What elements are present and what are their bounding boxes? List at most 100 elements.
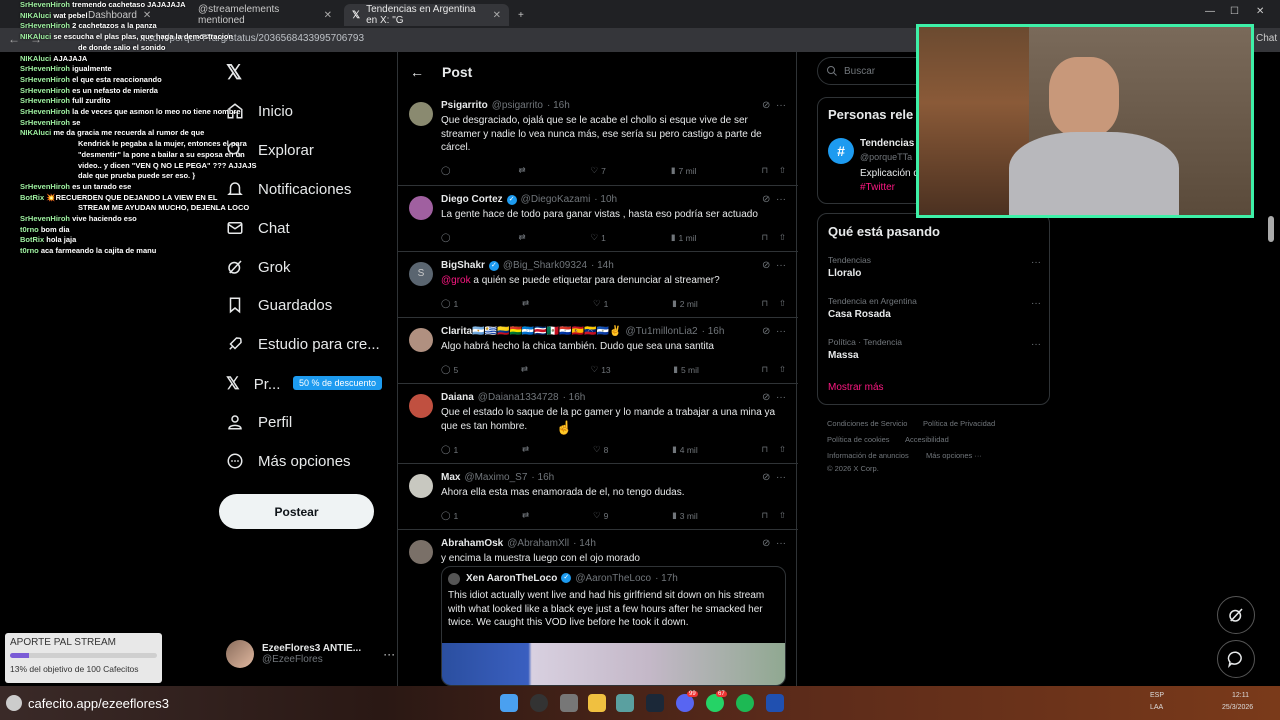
views-button[interactable]: ▮ 7 mil	[671, 165, 697, 176]
views-button[interactable]: ▮ 2 mil	[672, 298, 698, 309]
repost-button[interactable]: ⇄	[518, 165, 525, 176]
share-icon[interactable]: ⇧	[779, 165, 786, 176]
hashtag-link[interactable]: #Twitter	[860, 182, 895, 193]
reply-item[interactable]: Clarita🇦🇷🇺🇾🇨🇴🇧🇴🇭🇳🇨🇷🇲🇽🇵🇾🇪🇸🇻🇪🇸🇻✌ @Tu1millon…	[398, 318, 798, 384]
footer-accessibility-link[interactable]: Accesibilidad	[905, 435, 949, 444]
bookmark-button[interactable]: ⊓ ⇧	[762, 510, 787, 521]
bookmark-button[interactable]: ⊓ ⇧	[762, 444, 787, 455]
reply-button[interactable]: ◯ 1	[441, 298, 458, 309]
grok-icon[interactable]: ⊘	[762, 538, 770, 549]
repost-button[interactable]: ⇄	[522, 510, 529, 521]
bookmark-button[interactable]: ⊓ ⇧	[761, 165, 786, 176]
close-tab-icon[interactable]: ✕	[493, 10, 501, 21]
reply-button[interactable]: ◯ 1	[441, 510, 458, 521]
maximize-icon[interactable]: ☐	[1230, 6, 1239, 17]
nav-perfil[interactable]: Perfil	[226, 413, 292, 431]
more-dots-icon[interactable]: ···	[776, 392, 786, 403]
share-icon[interactable]: ⇧	[779, 232, 786, 243]
trend-item[interactable]: Política · Tendencia Massa ···	[828, 337, 1041, 361]
keyboard-layout[interactable]: LAA	[1150, 704, 1163, 711]
footer-privacy-link[interactable]: Política de Privacidad	[923, 419, 995, 428]
back-arrow-icon[interactable]: ←	[410, 64, 424, 80]
share-icon[interactable]: ⇧	[779, 444, 786, 455]
more-dots-icon[interactable]: ···	[776, 100, 786, 111]
search-taskbar-icon[interactable]	[530, 694, 548, 712]
footer-cookies-link[interactable]: Política de cookies	[827, 435, 890, 444]
more-dots-icon[interactable]: ···	[1031, 298, 1041, 309]
share-icon[interactable]: ⇧	[779, 298, 786, 309]
footer-terms-link[interactable]: Condiciones de Servicio	[827, 419, 907, 428]
nav-grok[interactable]: Grok	[226, 258, 291, 276]
reply-menu[interactable]: ⊘ ···	[762, 472, 786, 483]
reply-item[interactable]: Daiana @Daiana1334728 · 16h ⊘ ··· Que el e…	[398, 384, 798, 464]
grok-icon[interactable]: ⊘	[762, 326, 770, 337]
like-button[interactable]: ♡ 1	[593, 298, 608, 309]
folder-icon[interactable]	[588, 694, 606, 712]
views-button[interactable]: ▮ 4 mil	[672, 444, 698, 455]
close-tab-icon[interactable]: ✕	[324, 10, 332, 21]
more-dots-icon[interactable]: ···	[1031, 339, 1041, 350]
like-button[interactable]: ♡ 1	[591, 232, 606, 243]
show-more-link[interactable]: Mostrar más	[828, 382, 884, 393]
nav-estudio[interactable]: Estudio para cre...	[226, 335, 380, 353]
trend-item[interactable]: Tendencias Lloralo ···	[828, 255, 1041, 279]
repost-button[interactable]: ⇄	[522, 444, 529, 455]
share-icon[interactable]: ⇧	[779, 364, 786, 375]
more-dots-icon[interactable]: ···	[1031, 257, 1041, 268]
share-icon[interactable]: ⇧	[779, 510, 786, 521]
account-switcher[interactable]: EzeeFlores3 ANTIE... @EzeeFlores ···	[226, 640, 395, 668]
discount-badge[interactable]: 50 % de descuento	[293, 376, 383, 390]
more-dots-icon[interactable]: ···	[776, 472, 786, 483]
messages-button[interactable]	[1217, 640, 1255, 678]
like-button[interactable]: ♡ 7	[591, 165, 606, 176]
footer-more-link[interactable]: Más opciones ···	[926, 451, 982, 460]
post-button[interactable]: Postear	[219, 494, 374, 529]
nav-mas-opciones[interactable]: Más opciones	[226, 452, 351, 470]
grok-icon[interactable]: ⊘	[762, 472, 770, 483]
repost-button[interactable]: ⇄	[521, 364, 528, 375]
more-dots-icon[interactable]: ···	[776, 326, 786, 337]
repost-button[interactable]: ⇄	[522, 298, 529, 309]
grok-icon[interactable]: ⊘	[762, 260, 770, 271]
grok-icon[interactable]: ⊘	[762, 392, 770, 403]
nav-premium[interactable]: 𝕏 Pr...	[226, 374, 280, 394]
app-icon[interactable]	[766, 694, 784, 712]
reply-menu[interactable]: ⊘ ···	[762, 260, 786, 271]
reply-item[interactable]: Diego Cortez ✓ @DiegoKazami · 10h ⊘ ··· La …	[398, 186, 798, 252]
person-name[interactable]: Tendencias	[860, 138, 914, 149]
nav-guardados[interactable]: Guardados	[226, 296, 332, 314]
reply-menu[interactable]: ⊘ ···	[762, 194, 786, 205]
reply-button[interactable]: ◯ 5	[441, 364, 458, 375]
scrollbar-thumb[interactable]	[1268, 216, 1274, 242]
language-indicator[interactable]: ESP	[1150, 692, 1164, 699]
tab-tendencias[interactable]: 𝕏 Tendencias en Argentina en X: "G ✕	[344, 4, 509, 26]
new-tab-button[interactable]: +	[510, 4, 532, 26]
bookmark-button[interactable]: ⊓ ⇧	[762, 298, 787, 309]
mention-link[interactable]: @grok	[441, 275, 471, 286]
grok-icon[interactable]: ⊘	[762, 194, 770, 205]
clock-date[interactable]: 25/3/2026	[1222, 704, 1253, 711]
more-dots-icon[interactable]: ···	[776, 194, 786, 205]
reply-item[interactable]: AbrahamOsk @AbrahamXll · 14h ⊘ ··· y encim…	[398, 530, 798, 686]
reply-menu[interactable]: ⊘ ···	[762, 326, 786, 337]
steam-icon[interactable]	[646, 694, 664, 712]
reply-menu[interactable]: ⊘ ···	[762, 392, 786, 403]
like-button[interactable]: ♡ 8	[593, 444, 608, 455]
reply-menu[interactable]: ⊘ ···	[762, 538, 786, 549]
repost-button[interactable]: ⇄	[518, 232, 525, 243]
reply-menu[interactable]: ⊘ ···	[762, 100, 786, 111]
bookmark-button[interactable]: ⊓ ⇧	[761, 232, 786, 243]
reply-button[interactable]: ◯ 1	[441, 444, 458, 455]
start-icon[interactable]	[500, 694, 518, 712]
views-button[interactable]: ▮ 3 mil	[672, 510, 698, 521]
like-button[interactable]: ♡ 13	[591, 364, 611, 375]
reply-item[interactable]: S BigShakr ✓ @Big_Shark09324 · 14h ⊘ ··· @g…	[398, 252, 798, 318]
more-dots-icon[interactable]: ···	[383, 647, 395, 661]
like-button[interactable]: ♡ 9	[593, 510, 608, 521]
chrome-icon[interactable]	[616, 694, 634, 712]
spotify-icon[interactable]	[736, 694, 754, 712]
bookmark-button[interactable]: ⊓ ⇧	[761, 364, 786, 375]
quoted-post[interactable]: Xen AaronTheLoco ✓ @AaronTheLoco · 17h This…	[441, 566, 786, 686]
close-window-icon[interactable]: ✕	[1256, 6, 1264, 17]
reply-item[interactable]: Psigarrito @psigarrito · 16h ⊘ ··· Que des…	[398, 92, 798, 186]
